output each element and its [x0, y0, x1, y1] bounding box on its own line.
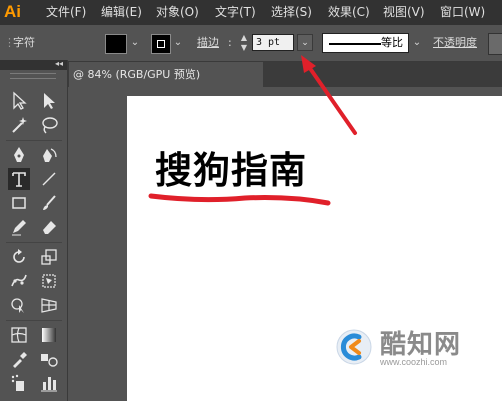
- shape-builder-tool-icon[interactable]: [8, 294, 30, 316]
- menu-type[interactable]: 文字(T): [215, 0, 256, 25]
- document-tab[interactable]: @ 84% (RGB/GPU 预览): [69, 62, 263, 87]
- stroke-weight-stepper[interactable]: ▲ ▼: [238, 33, 250, 53]
- curvature-tool-icon[interactable]: [38, 144, 60, 166]
- paintbrush-tool-icon[interactable]: [38, 192, 60, 214]
- watermark-logo-icon: [336, 329, 372, 365]
- stroke-chevron-down-icon[interactable]: ⌄: [172, 34, 184, 52]
- watermark-url: www.coozhi.com: [380, 357, 448, 367]
- menu-bar: Ai 文件(F) 编辑(E) 对象(O) 文字(T) 选择(S) 效果(C) 视…: [0, 0, 502, 25]
- collapse-icon[interactable]: ◂◂: [55, 59, 63, 68]
- selection-tool-icon[interactable]: [8, 90, 30, 112]
- symbol-sprayer-tool-icon[interactable]: [8, 372, 30, 394]
- gradient-tool-icon[interactable]: [38, 324, 60, 346]
- pen-tool-icon[interactable]: [8, 144, 30, 166]
- stroke-colon: :: [228, 36, 232, 49]
- blend-tool-icon[interactable]: [38, 348, 60, 370]
- toolbar-divider: [6, 242, 62, 243]
- mesh-tool-icon[interactable]: [8, 324, 30, 346]
- stroke-swatch[interactable]: [151, 34, 171, 54]
- character-panel-label[interactable]: 字符: [13, 25, 35, 61]
- stroke-profile-label: 等比: [381, 36, 403, 49]
- lasso-tool-icon[interactable]: [38, 114, 60, 136]
- type-tool-icon[interactable]: [8, 168, 30, 190]
- rectangle-tool-icon[interactable]: [8, 192, 30, 214]
- control-bar: ⋮ 字符 ⌄ ⌄ 描边 : ▲▼ ⌄ 等比 ⌄ 不透明度: [0, 25, 502, 62]
- tools-panel-header[interactable]: ◂◂: [0, 59, 67, 70]
- app-logo: Ai: [4, 2, 21, 21]
- profile-chevron-down-icon[interactable]: ⌄: [411, 34, 423, 52]
- stroke-weight-input[interactable]: [252, 34, 294, 51]
- stroke-weight-dropdown-icon[interactable]: ⌄: [297, 34, 313, 51]
- menu-edit[interactable]: 编辑(E): [101, 0, 142, 25]
- watermark-name: 酷知网: [380, 330, 462, 360]
- stroke-label[interactable]: 描边: [197, 25, 219, 61]
- stroke-profile-select[interactable]: 等比: [322, 33, 409, 53]
- magic-wand-tool-icon[interactable]: [8, 114, 30, 136]
- column-graph-tool-icon[interactable]: [38, 372, 60, 394]
- menu-window[interactable]: 窗口(W): [440, 0, 485, 25]
- menu-file[interactable]: 文件(F): [46, 0, 86, 25]
- eraser-tool-icon[interactable]: [38, 216, 60, 238]
- tools-panel: ◂◂: [0, 59, 68, 401]
- menu-select[interactable]: 选择(S): [271, 0, 312, 25]
- menu-effect[interactable]: 效果(C): [328, 0, 370, 25]
- eyedropper-tool-icon[interactable]: [8, 348, 30, 370]
- toolbar-divider: [6, 140, 62, 141]
- canvas-text[interactable]: 搜狗指南: [155, 140, 307, 194]
- menu-object[interactable]: 对象(O): [156, 0, 199, 25]
- opacity-label[interactable]: 不透明度: [433, 25, 477, 61]
- direct-selection-tool-icon[interactable]: [38, 90, 60, 112]
- opacity-value-box[interactable]: [488, 33, 502, 55]
- menu-view[interactable]: 视图(V): [383, 0, 425, 25]
- watermark: 酷知网 www.coozhi.com: [335, 324, 495, 370]
- stroke-profile-preview: [329, 43, 381, 45]
- rotate-tool-icon[interactable]: [8, 246, 30, 268]
- perspective-grid-tool-icon[interactable]: [38, 294, 60, 316]
- fill-chevron-down-icon[interactable]: ⌄: [129, 34, 141, 52]
- scale-tool-icon[interactable]: [38, 246, 60, 268]
- tools-panel-grip[interactable]: [10, 73, 56, 79]
- line-tool-icon[interactable]: [38, 168, 60, 190]
- toolbar-divider: [6, 320, 62, 321]
- puppet-warp-tool-icon[interactable]: [8, 270, 30, 292]
- pencil-tool-icon[interactable]: [8, 216, 30, 238]
- fill-swatch[interactable]: [105, 34, 127, 54]
- free-transform-tool-icon[interactable]: [38, 270, 60, 292]
